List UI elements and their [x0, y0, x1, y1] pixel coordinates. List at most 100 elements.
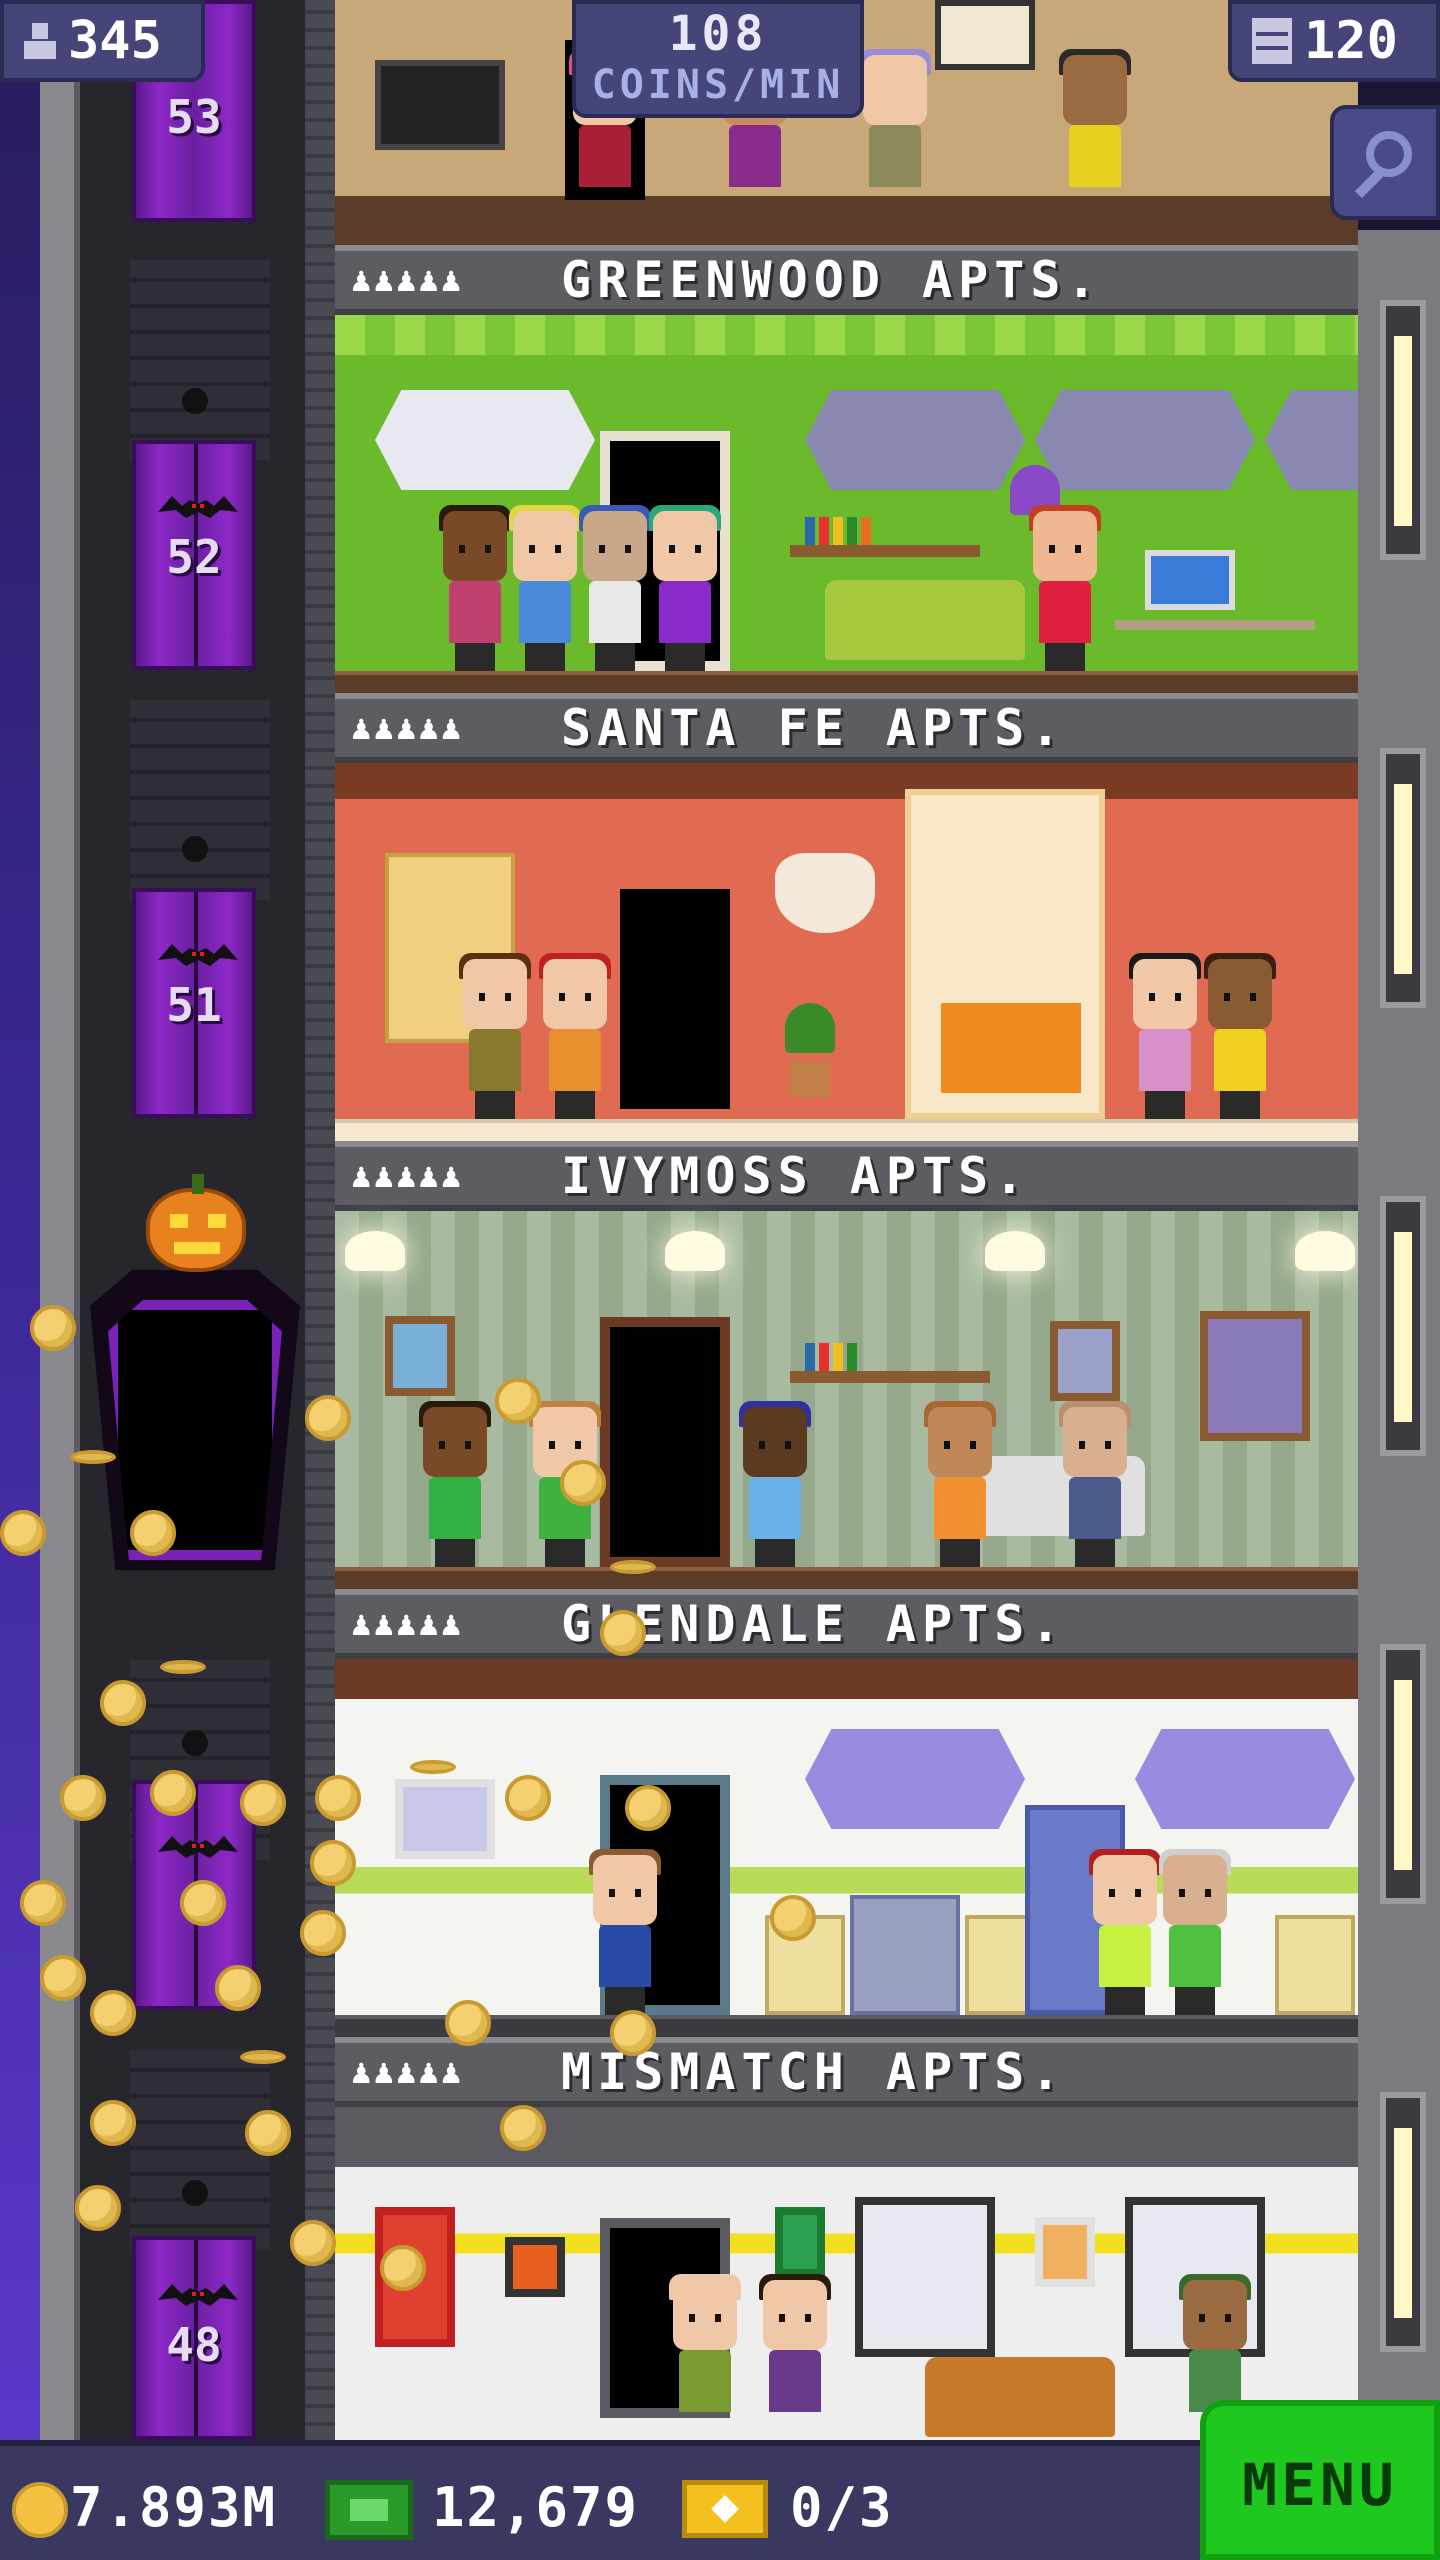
- coin-icon[interactable]: [300, 1910, 346, 1956]
- population-value: 345: [68, 11, 162, 71]
- coin-icon[interactable]: [445, 2000, 491, 2046]
- coin-icon[interactable]: [60, 1775, 106, 1821]
- resident[interactable]: [1155, 1849, 1235, 2015]
- floor-greenwood[interactable]: ♟♟♟♟♟ GREENWOOD APTS.: [335, 245, 1358, 693]
- person-icon: [24, 23, 56, 59]
- resident[interactable]: [505, 505, 585, 671]
- elevator-door: 48: [132, 2236, 256, 2440]
- coin-icon[interactable]: [380, 2245, 426, 2291]
- coin-icon[interactable]: [40, 1955, 86, 2001]
- coin-icon[interactable]: [240, 2050, 286, 2064]
- resident[interactable]: [920, 1401, 1000, 1567]
- picture-frame: [505, 2237, 565, 2297]
- coin-icon[interactable]: [30, 1305, 76, 1351]
- window: [1035, 390, 1255, 490]
- coin-icon[interactable]: [215, 1965, 261, 2011]
- shaft-wall: [40, 0, 80, 2440]
- window: [805, 1729, 1025, 1829]
- golden-ticket-icon[interactable]: [682, 2480, 768, 2538]
- resident[interactable]: [1055, 49, 1135, 205]
- cactus-plant: [785, 1003, 835, 1053]
- coin-icon[interactable]: [100, 1680, 146, 1726]
- apartment-room: [335, 763, 1358, 1141]
- coin-icon[interactable]: [290, 2220, 336, 2266]
- tower-bux-icon[interactable]: [325, 2480, 413, 2540]
- ceiling-lamp: [1295, 1231, 1355, 1271]
- floor-glendale[interactable]: ♟♟♟♟♟ GLENDALE APTS.: [335, 1589, 1358, 2037]
- floor-mismatch[interactable]: ♟♟♟♟♟ MISMATCH APTS.: [335, 2037, 1358, 2440]
- resident[interactable]: [1125, 953, 1205, 1119]
- coin-icon[interactable]: [130, 1510, 176, 1556]
- coin-icon[interactable]: [410, 1760, 456, 1774]
- resident[interactable]: [1200, 953, 1280, 1119]
- search-button[interactable]: [1330, 105, 1440, 220]
- resident[interactable]: [415, 1401, 495, 1567]
- resident[interactable]: [1055, 1401, 1135, 1567]
- coin-icon[interactable]: [245, 2110, 291, 2156]
- pumpkin-icon: [146, 1174, 246, 1272]
- ticket-count[interactable]: 0/3: [790, 2476, 894, 2539]
- coin-rate-label: COINS/MIN: [591, 62, 845, 108]
- elevator-door: 52: [132, 440, 256, 670]
- sofa: [925, 2357, 1115, 2437]
- coin-icon[interactable]: [305, 1395, 351, 1441]
- coin-icon[interactable]: [610, 2010, 656, 2056]
- building-icon: [1252, 18, 1292, 64]
- coin-icon[interactable]: [500, 2105, 546, 2151]
- floor-count[interactable]: 120: [1228, 0, 1440, 82]
- coin-icon[interactable]: [0, 1510, 46, 1556]
- spider-icon: [182, 836, 208, 862]
- bat-icon: [158, 944, 238, 966]
- resident-rating-icons: ♟♟♟♟♟: [351, 708, 464, 748]
- coin-icon[interactable]: [75, 2185, 121, 2231]
- floor-ivymoss[interactable]: ♟♟♟♟♟ IVYMOSS APTS.: [335, 1141, 1358, 1589]
- coin-icon[interactable]: [240, 1780, 286, 1826]
- shelf: [790, 1371, 990, 1383]
- resident[interactable]: [645, 505, 725, 671]
- population-counter[interactable]: 345: [0, 0, 205, 82]
- resident[interactable]: [1085, 1849, 1165, 2015]
- floor-sign: ♟♟♟♟♟ GLENDALE APTS.: [335, 1589, 1358, 1659]
- coin-icon[interactable]: [600, 1610, 646, 1656]
- coin-icon[interactable]: [150, 1770, 196, 1816]
- coin-icon[interactable]: [310, 1840, 356, 1886]
- coin-icon[interactable]: [625, 1785, 671, 1831]
- floor-santa-fe[interactable]: ♟♟♟♟♟ SANTA FE APTS.: [335, 693, 1358, 1141]
- floor-name: IVYMOSS APTS.: [561, 1147, 1031, 1205]
- floor-number: 48: [166, 2318, 222, 2372]
- window: [855, 2197, 995, 2357]
- resident[interactable]: [665, 2274, 745, 2440]
- floor-count-value: 120: [1304, 11, 1398, 71]
- coin-icon[interactable]: [90, 1990, 136, 2036]
- resident[interactable]: [455, 953, 535, 1119]
- coin-icon[interactable]: [770, 1895, 816, 1941]
- resident-rating-icons: ♟♟♟♟♟: [351, 2052, 464, 2092]
- resident[interactable]: [755, 2274, 835, 2440]
- spider-icon: [182, 2180, 208, 2206]
- coin-icon[interactable]: [70, 1450, 116, 1464]
- resident[interactable]: [575, 505, 655, 671]
- menu-button[interactable]: MENU: [1200, 2400, 1440, 2560]
- coin-icon[interactable]: [180, 1880, 226, 1926]
- resident[interactable]: [585, 1849, 665, 2015]
- apartment-room: [335, 315, 1358, 693]
- side-window: [1380, 1644, 1426, 1904]
- picture-frame: [775, 2207, 825, 2277]
- resident[interactable]: [855, 49, 935, 205]
- coin-icon[interactable]: [315, 1775, 361, 1821]
- coin-icon[interactable]: [20, 1880, 66, 1926]
- coin-icon[interactable]: [160, 1660, 206, 1674]
- skull-decor: [775, 853, 875, 933]
- coin-icon[interactable]: [560, 1460, 606, 1506]
- apartment-room: [335, 2107, 1358, 2440]
- resident[interactable]: [735, 1401, 815, 1567]
- coin-icon[interactable]: [610, 1560, 656, 1574]
- coin-icon[interactable]: [495, 1378, 541, 1424]
- shaft-brick: [130, 260, 270, 460]
- resident[interactable]: [1025, 505, 1105, 671]
- resident[interactable]: [435, 505, 515, 671]
- coin-icon[interactable]: [505, 1775, 551, 1821]
- bux-balance[interactable]: 12,679: [432, 2476, 639, 2539]
- coin-icon[interactable]: [90, 2100, 136, 2146]
- resident[interactable]: [535, 953, 615, 1119]
